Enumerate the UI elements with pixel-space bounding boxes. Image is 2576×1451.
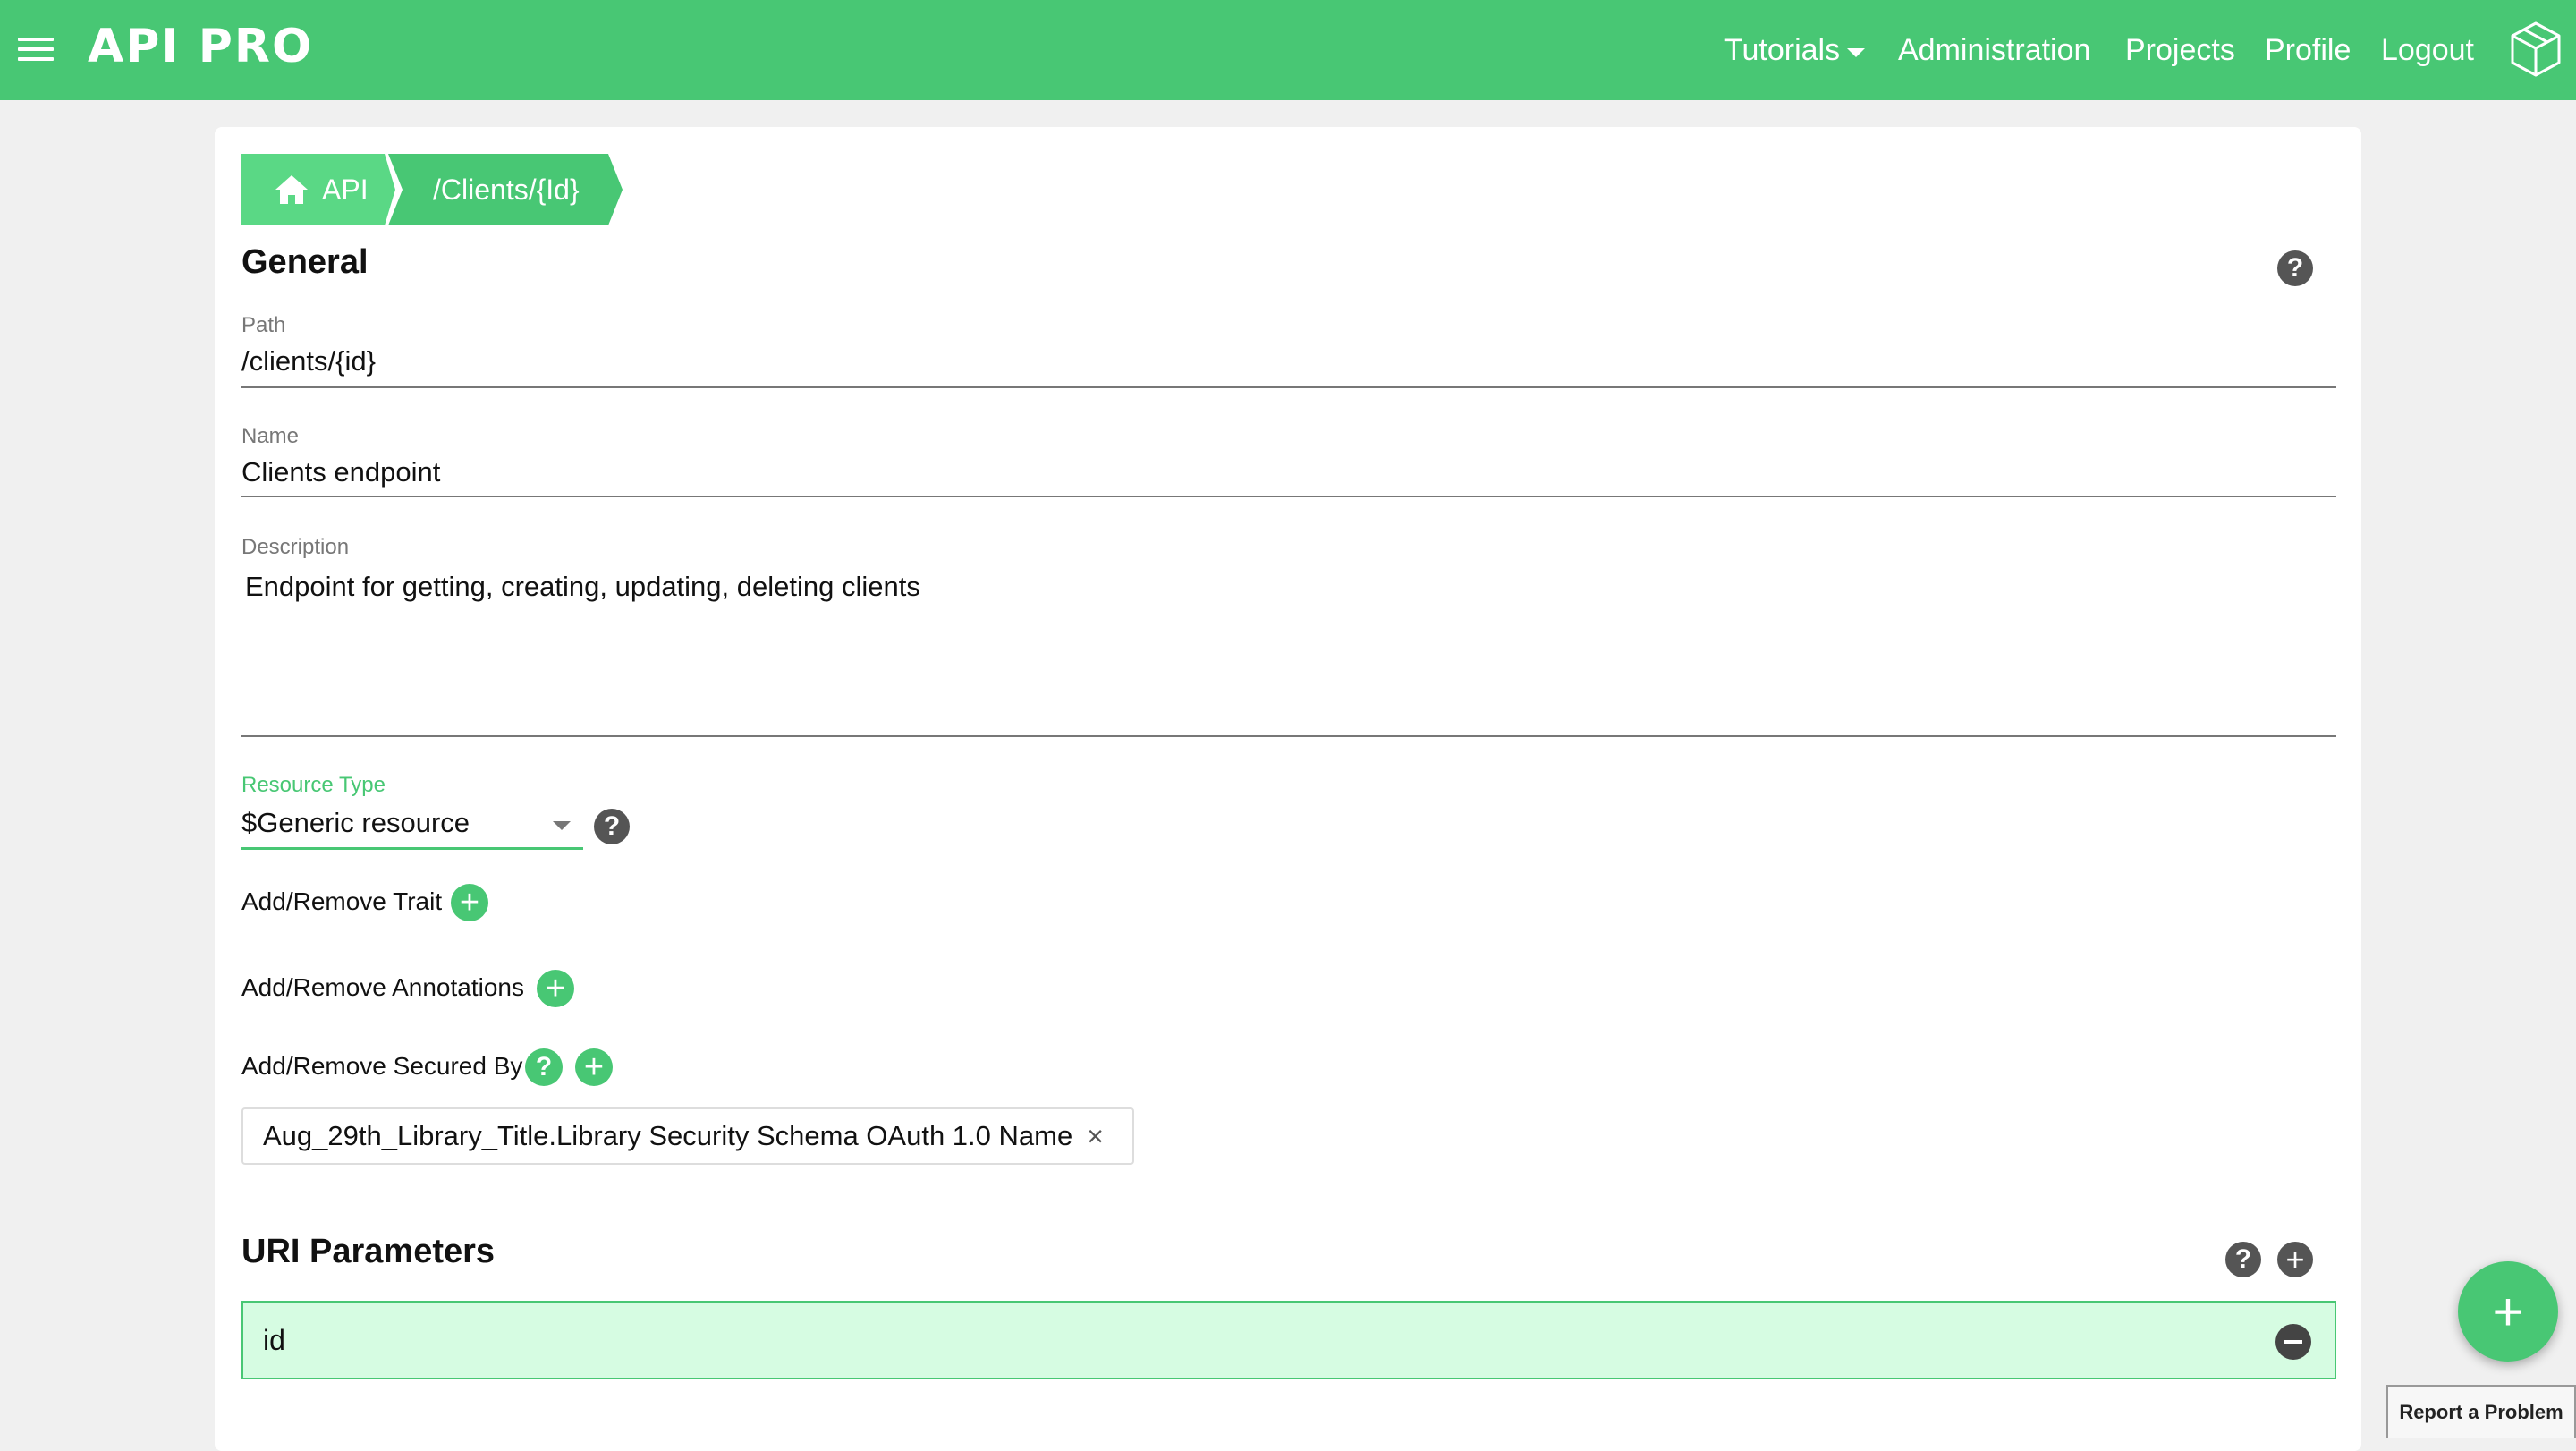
resource-type-label: Resource Type bbox=[242, 773, 386, 797]
uri-parameter-name: id bbox=[263, 1324, 285, 1356]
floating-add-button[interactable]: + bbox=[2458, 1261, 2558, 1362]
description-textarea[interactable]: Endpoint for getting, creating, updating… bbox=[245, 571, 920, 603]
uri-parameters-title: URI Parameters bbox=[242, 1233, 496, 1270]
resource-type-help-icon[interactable]: ? bbox=[594, 809, 630, 844]
name-label: Name bbox=[242, 424, 300, 448]
add-secured-by-button[interactable]: + bbox=[575, 1048, 613, 1086]
add-annotations-label: Add/Remove Annotations bbox=[242, 973, 524, 1001]
breadcrumb-home[interactable]: API bbox=[242, 154, 395, 225]
path-input[interactable]: /clients/{id} bbox=[242, 345, 376, 378]
breadcrumb-home-label: API bbox=[322, 173, 369, 206]
secured-by-chip-label: Aug_29th_Library_Title.Library Security … bbox=[263, 1120, 1073, 1151]
nav-administration[interactable]: Administration bbox=[1898, 30, 2090, 70]
add-annotation-button[interactable]: + bbox=[537, 970, 574, 1007]
nav-logout[interactable]: Logout bbox=[2381, 30, 2474, 70]
add-trait-button[interactable]: + bbox=[451, 884, 488, 921]
cube-icon[interactable] bbox=[2504, 18, 2567, 81]
nav-tutorials[interactable]: Tutorials bbox=[1724, 30, 1866, 70]
nav-projects[interactable]: Projects bbox=[2125, 30, 2235, 70]
name-underline bbox=[242, 496, 2336, 497]
general-title: General bbox=[242, 243, 369, 281]
secured-by-chip: Aug_29th_Library_Title.Library Security … bbox=[242, 1107, 1134, 1165]
home-icon bbox=[275, 175, 308, 204]
report-problem-button[interactable]: Report a Problem bbox=[2386, 1385, 2576, 1438]
breadcrumb-current-label: /Clients/{Id} bbox=[433, 173, 580, 206]
main-card bbox=[215, 127, 2361, 1451]
uri-parameter-row[interactable]: id bbox=[242, 1301, 2336, 1379]
general-help-icon[interactable]: ? bbox=[2277, 250, 2313, 286]
secured-by-help-icon[interactable]: ? bbox=[525, 1048, 563, 1086]
uri-parameters-help-icon[interactable]: ? bbox=[2225, 1242, 2261, 1277]
resource-type-value: $Generic resource bbox=[242, 807, 470, 838]
resource-type-select[interactable]: $Generic resource bbox=[242, 805, 583, 850]
description-underline bbox=[242, 735, 2336, 737]
path-label: Path bbox=[242, 313, 286, 337]
add-trait-label: Add/Remove Trait bbox=[242, 887, 443, 915]
name-input[interactable]: Clients endpoint bbox=[242, 456, 440, 488]
secured-by-label: Add/Remove Secured By bbox=[242, 1052, 523, 1080]
breadcrumb-current[interactable]: /Clients/{Id} bbox=[388, 154, 623, 225]
remove-parameter-icon[interactable] bbox=[2275, 1324, 2311, 1360]
chip-remove-icon[interactable]: × bbox=[1087, 1120, 1104, 1153]
path-underline bbox=[242, 386, 2336, 388]
nav-profile[interactable]: Profile bbox=[2265, 30, 2351, 70]
dropdown-arrow-icon bbox=[553, 821, 571, 830]
caret-down-icon bbox=[1847, 48, 1866, 57]
app-logo[interactable]: API PRO bbox=[88, 20, 313, 73]
nav-tutorials-label: Tutorials bbox=[1724, 32, 1841, 67]
hamburger-menu-icon[interactable] bbox=[18, 38, 54, 64]
top-navbar: API PRO Tutorials Administration Project… bbox=[0, 0, 2576, 100]
add-uri-parameter-button[interactable]: + bbox=[2277, 1242, 2313, 1277]
description-label: Description bbox=[242, 535, 350, 559]
